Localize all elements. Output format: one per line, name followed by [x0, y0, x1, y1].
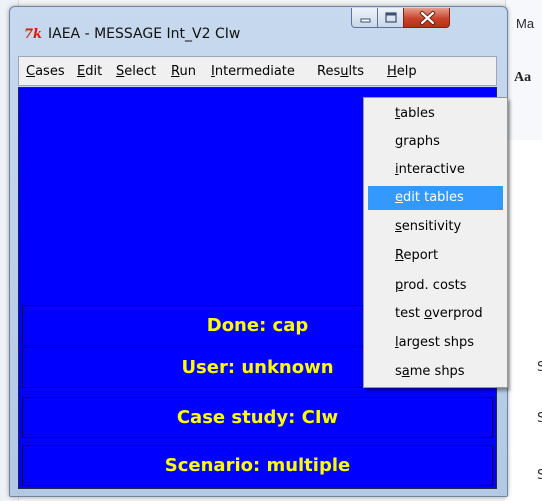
menu-bar: Cases Edit Select Run Intermediate Resul… — [18, 56, 497, 86]
status-case-study: Case study: CIw — [22, 397, 493, 438]
menu-intermediate[interactable]: Intermediate — [211, 64, 295, 79]
menu-results[interactable]: Results — [317, 64, 364, 79]
background-ribbon: Ma Aa — [505, 0, 542, 140]
background-title-snippet: Ma — [516, 16, 535, 31]
menu-item-tables[interactable]: tables — [368, 102, 503, 126]
menu-item-largest-shps[interactable]: largest shps — [368, 331, 503, 355]
title-bar[interactable]: 7k IAEA - MESSAGE Int_V2 CIw — [10, 7, 507, 55]
maximize-button[interactable] — [377, 8, 404, 28]
menu-item-prod-costs[interactable]: prod. costs — [368, 274, 503, 298]
menu-item-report[interactable]: Report — [368, 244, 503, 268]
menu-select[interactable]: Select — [116, 64, 156, 79]
minimize-button[interactable] — [351, 8, 378, 28]
close-icon — [420, 11, 435, 25]
menu-item-graphs[interactable]: graphs — [368, 130, 503, 154]
menu-help[interactable]: Help — [387, 64, 417, 79]
status-scenario: Scenario: multiple — [22, 445, 493, 486]
menu-cases[interactable]: Cases — [26, 64, 65, 79]
menu-item-edit-tables[interactable]: edit tables — [368, 186, 503, 210]
background-letter: S — [537, 411, 542, 426]
menu-item-interactive[interactable]: interactive — [368, 158, 503, 182]
maximize-icon — [385, 12, 397, 23]
results-dropdown-menu: tables graphs interactive edit tables se… — [363, 97, 508, 388]
close-button[interactable] — [403, 8, 450, 28]
window-title: IAEA - MESSAGE Int_V2 CIw — [48, 26, 241, 42]
background-document: S S S — [505, 140, 542, 501]
tk-app-icon[interactable]: 7k — [24, 27, 42, 42]
minimize-icon — [360, 18, 371, 23]
menu-item-test-overprod[interactable]: test overprod — [368, 302, 503, 326]
background-letter: S — [537, 360, 542, 375]
menu-edit[interactable]: Edit — [77, 64, 102, 79]
menu-run[interactable]: Run — [171, 64, 196, 79]
background-letter: S — [537, 468, 542, 483]
menu-item-same-shps[interactable]: same shps — [368, 360, 503, 384]
menu-item-sensitivity[interactable]: sensitivity — [368, 215, 503, 239]
font-format-icon: Aa — [514, 70, 532, 85]
